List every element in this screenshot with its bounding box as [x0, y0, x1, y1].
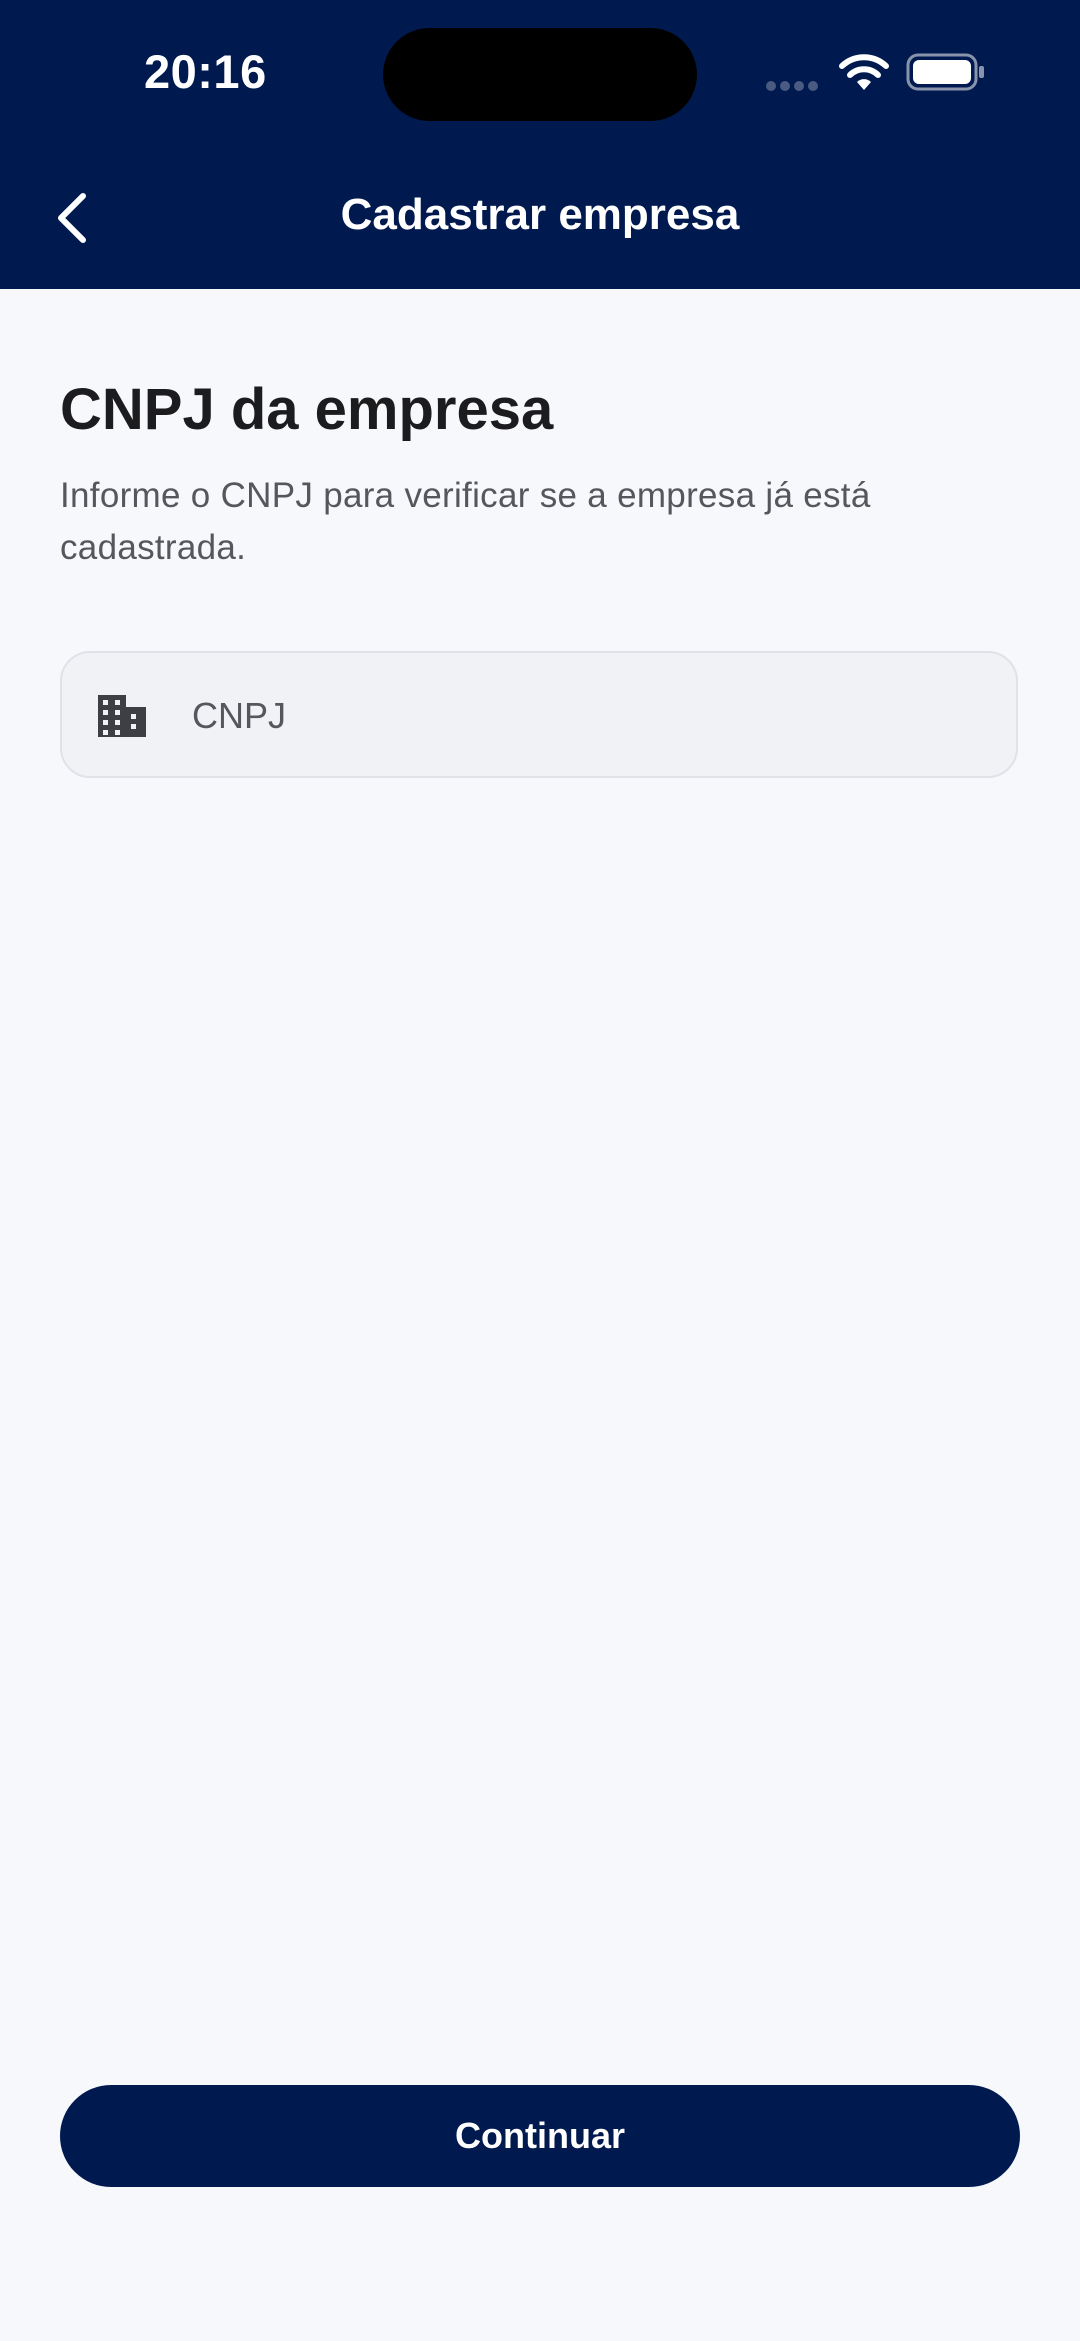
cellular-signal-icon	[766, 78, 822, 91]
section-heading: CNPJ da empresa	[60, 377, 554, 442]
wifi-icon	[839, 54, 889, 90]
status-time: 20:16	[144, 45, 267, 98]
cnpj-input[interactable]	[192, 683, 992, 749]
page-title: Cadastrar empresa	[340, 190, 740, 239]
building-icon	[98, 695, 146, 737]
back-button[interactable]	[40, 180, 104, 256]
section-description: Informe o CNPJ para verificar se a empre…	[60, 476, 871, 567]
chevron-left-icon	[58, 193, 86, 243]
dynamic-island	[383, 28, 697, 121]
battery-icon	[906, 53, 984, 91]
screen: 20:16 Cadastrar empresa CNPJ da empresa …	[0, 0, 1080, 2341]
cnpj-field[interactable]	[60, 651, 1018, 778]
app-header: 20:16 Cadastrar empresa	[0, 0, 1080, 289]
continue-button[interactable]: Continuar	[60, 2085, 1020, 2187]
